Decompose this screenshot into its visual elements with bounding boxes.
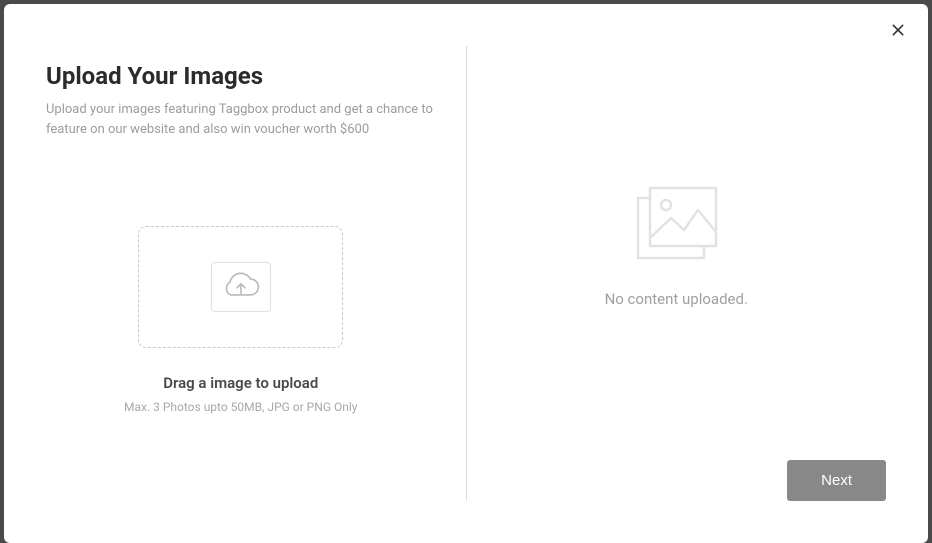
- right-panel: No content uploaded. Next: [467, 46, 887, 501]
- cloud-icon-box: [211, 262, 271, 312]
- upload-modal: Upload Your Images Upload your images fe…: [4, 4, 928, 543]
- dropzone-container: Drag a image to upload Max. 3 Photos upt…: [46, 139, 466, 501]
- empty-gallery-icon: [626, 180, 726, 270]
- modal-overlay: Upload Your Images Upload your images fe…: [0, 0, 932, 543]
- next-button[interactable]: Next: [787, 460, 886, 501]
- empty-state: No content uploaded.: [605, 180, 748, 308]
- left-panel: Upload Your Images Upload your images fe…: [46, 46, 466, 501]
- empty-message: No content uploaded.: [605, 290, 748, 308]
- modal-subtitle: Upload your images featuring Taggbox pro…: [46, 100, 466, 139]
- dropzone-hint: Max. 3 Photos upto 50MB, JPG or PNG Only: [124, 400, 357, 414]
- next-button-label: Next: [821, 472, 852, 489]
- close-icon: [890, 22, 906, 38]
- cloud-upload-icon: [222, 272, 260, 302]
- close-button[interactable]: [886, 18, 910, 42]
- upload-dropzone[interactable]: [138, 226, 343, 348]
- content-area: Upload Your Images Upload your images fe…: [46, 46, 886, 501]
- modal-title: Upload Your Images: [46, 62, 466, 90]
- dropzone-title: Drag a image to upload: [163, 374, 318, 392]
